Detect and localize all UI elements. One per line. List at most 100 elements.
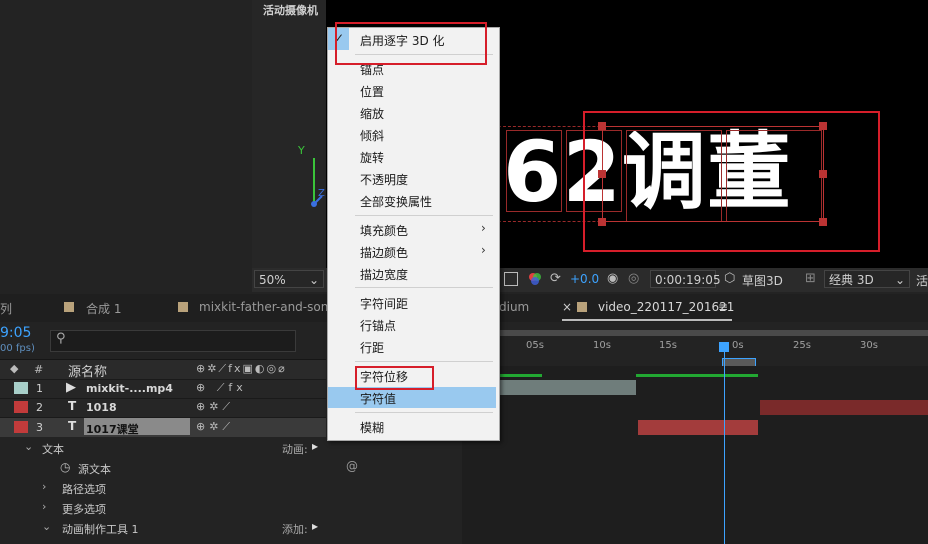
- zoom-dropdown[interactable]: 50% ⌄: [254, 270, 324, 288]
- playhead-handle[interactable]: [719, 342, 729, 352]
- menu-item-line-anchor[interactable]: 行锚点: [360, 317, 396, 334]
- extended-viewer-icon[interactable]: ⊞: [805, 271, 816, 286]
- expand-chevron-icon[interactable]: ⌄: [42, 520, 51, 533]
- text-layer-icon: T: [68, 399, 77, 413]
- label-color-swatch[interactable]: [14, 421, 28, 433]
- expression-icon[interactable]: @: [346, 459, 358, 473]
- show-snapshot-icon[interactable]: ◎: [628, 271, 639, 286]
- axis-z-label: Z: [318, 188, 325, 199]
- layer-name[interactable]: 1018: [86, 401, 117, 414]
- menu-item-skew[interactable]: 倾斜: [360, 127, 384, 144]
- grid-icon[interactable]: [504, 272, 518, 286]
- submenu-arrow-icon: ›: [481, 243, 486, 257]
- property-label: 文本: [42, 443, 64, 456]
- timecode-display[interactable]: 0:00:19:05: [650, 270, 721, 288]
- layer-bar-1[interactable]: [498, 380, 636, 395]
- axis-y-label: Y: [298, 144, 305, 157]
- property-label: 动画制作工具 1: [62, 523, 139, 536]
- left-panel: [0, 0, 250, 290]
- tab-medium[interactable]: dium: [499, 300, 529, 314]
- playhead-line[interactable]: [724, 342, 725, 544]
- current-time[interactable]: 9:05: [0, 325, 31, 341]
- column-source-name[interactable]: 源名称: [68, 361, 107, 380]
- label-color-swatch[interactable]: [14, 401, 28, 413]
- toolbar-overflow-label[interactable]: 活: [916, 272, 928, 289]
- layer-switches[interactable]: ⊕✲⟋: [196, 420, 234, 434]
- add-menu-icon[interactable]: ▸: [312, 519, 318, 533]
- annotation-box-menu-3d: [335, 22, 487, 65]
- text-layer-icon: T: [68, 419, 77, 433]
- layer-name[interactable]: 1017课堂: [86, 421, 139, 437]
- comp-icon: [577, 302, 587, 312]
- property-label: 路径选项: [62, 483, 106, 496]
- ruler-tick: 15s: [659, 340, 677, 351]
- exposure-icon[interactable]: ⟳: [550, 271, 561, 286]
- menu-item-scale[interactable]: 缩放: [360, 105, 384, 122]
- renderer-dropdown[interactable]: 经典 3D ⌄: [824, 270, 910, 288]
- label-icon: ◆: [10, 362, 19, 375]
- exposure-value[interactable]: +0.0: [570, 272, 599, 286]
- menu-item-stroke-color[interactable]: 描边颜色: [360, 244, 408, 261]
- menu-separator: [355, 287, 493, 288]
- add-label: 添加:: [282, 523, 308, 536]
- menu-separator: [355, 412, 493, 413]
- chevron-down-icon: ⌄: [894, 273, 905, 287]
- menu-item-fill-color[interactable]: 填充颜色: [360, 222, 408, 239]
- channels-icon[interactable]: [528, 272, 542, 286]
- stopwatch-icon[interactable]: ◷: [60, 460, 70, 474]
- menu-item-blur[interactable]: 模糊: [360, 419, 384, 436]
- layer-bar-2[interactable]: [760, 400, 928, 415]
- animate-label: 动画:: [282, 443, 308, 456]
- animate-menu-icon[interactable]: ▸: [312, 439, 318, 453]
- tab-video[interactable]: video_220117_201621: [598, 300, 734, 314]
- expand-chevron-icon[interactable]: ›: [42, 480, 46, 493]
- layer-switches[interactable]: ⊕✲⟋: [196, 400, 234, 414]
- layer-number: 3: [36, 421, 43, 434]
- active-tab-underline: [562, 319, 732, 321]
- menu-item-opacity[interactable]: 不透明度: [360, 171, 408, 188]
- menu-item-rotation[interactable]: 旋转: [360, 149, 384, 166]
- renderer-value: 经典 3D: [829, 273, 874, 287]
- expand-chevron-icon[interactable]: ⌄: [24, 440, 33, 453]
- label-color-swatch[interactable]: [14, 382, 28, 394]
- camera-panel-title: 活动摄像机: [263, 4, 318, 17]
- expand-chevron-icon[interactable]: ›: [42, 500, 46, 513]
- ruler-tick: 0s: [732, 340, 744, 351]
- menu-item-line-spacing[interactable]: 行距: [360, 339, 384, 356]
- draft-3d-label[interactable]: 草图3D: [742, 272, 783, 289]
- axis-gizmo: [290, 140, 330, 210]
- layer-switches[interactable]: ⊕ ⟋fx: [196, 381, 247, 395]
- layer-search-input[interactable]: [50, 330, 296, 352]
- draft-3d-icon[interactable]: ⬡: [724, 271, 735, 286]
- tab-close-icon[interactable]: ×: [562, 300, 572, 314]
- switches-header: ⊕✲⟋fx▣◐◎⌀: [196, 362, 287, 375]
- ruler-tick: 05s: [526, 340, 544, 351]
- layer-number: 1: [36, 382, 43, 395]
- tab-comp-1[interactable]: 合成 1: [86, 300, 121, 317]
- tab-partial[interactable]: 列: [0, 300, 12, 317]
- layer-number: 2: [36, 401, 43, 414]
- menu-item-char-value[interactable]: 字符值: [360, 390, 396, 407]
- menu-item-all-transform[interactable]: 全部变换属性: [360, 193, 432, 210]
- comp-icon: [178, 302, 188, 312]
- menu-separator: [355, 215, 493, 216]
- submenu-arrow-icon: ›: [481, 221, 486, 235]
- ruler-tick: 10s: [593, 340, 611, 351]
- comp-icon: [64, 302, 74, 312]
- camera-snapshot-icon[interactable]: ◉: [607, 271, 618, 286]
- menu-item-stroke-width[interactable]: 描边宽度: [360, 266, 408, 283]
- layer-name[interactable]: mixkit-....mp4: [86, 382, 173, 395]
- render-bar: [498, 374, 542, 377]
- layer-row[interactable]: [0, 398, 326, 418]
- property-label: 更多选项: [62, 503, 106, 516]
- menu-item-position[interactable]: 位置: [360, 83, 384, 100]
- footage-icon: ▶: [66, 380, 76, 395]
- tab-menu-icon[interactable]: ≡: [718, 300, 728, 314]
- layer-bar-3[interactable]: [638, 420, 758, 435]
- work-area-bar[interactable]: [462, 330, 928, 336]
- char-box: [506, 130, 562, 212]
- search-icon: ⚲: [56, 331, 66, 346]
- menu-item-tracking[interactable]: 字符间距: [360, 295, 408, 312]
- zoom-value: 50%: [259, 273, 286, 287]
- frame-rate: 00 fps): [0, 343, 35, 354]
